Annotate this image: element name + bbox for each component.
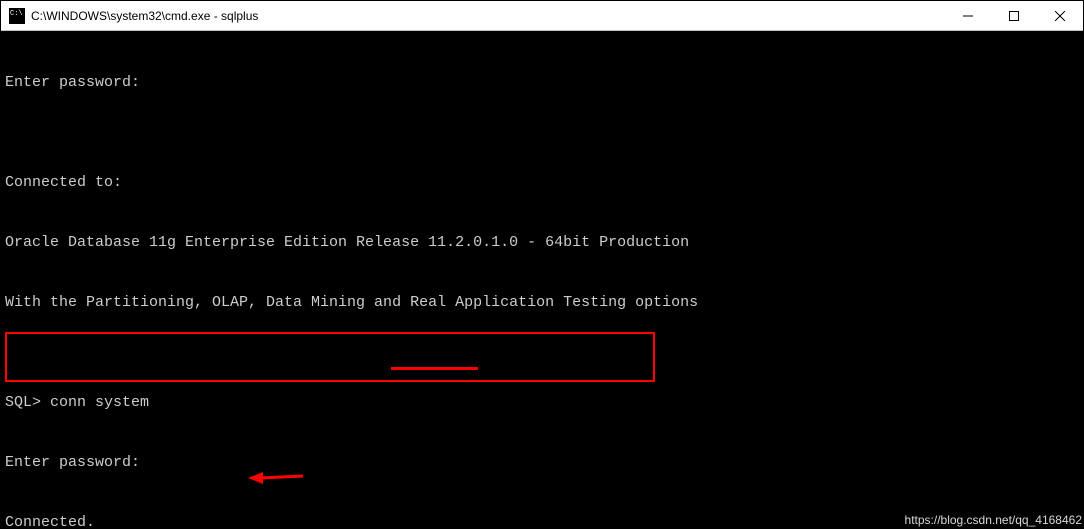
annotation-highlight-box [5, 332, 655, 382]
titlebar: C:\WINDOWS\system32\cmd.exe - sqlplus [1, 1, 1083, 31]
terminal-line: Enter password: [5, 453, 1079, 473]
terminal-line: Connected. [5, 513, 1079, 528]
window-title: C:\WINDOWS\system32\cmd.exe - sqlplus [31, 9, 945, 23]
terminal-line: Connected to: [5, 173, 1079, 193]
annotation-underline [391, 367, 478, 370]
terminal-line: SQL> conn system [5, 393, 1079, 413]
terminal-line: Enter password: [5, 73, 1079, 93]
maximize-button[interactable] [991, 1, 1037, 30]
window-controls [945, 1, 1083, 30]
minimize-button[interactable] [945, 1, 991, 30]
terminal-line: With the Partitioning, OLAP, Data Mining… [5, 293, 1079, 313]
cmd-window: C:\WINDOWS\system32\cmd.exe - sqlplus En… [0, 0, 1084, 529]
close-button[interactable] [1037, 1, 1083, 30]
cmd-icon [9, 8, 25, 24]
terminal-line: Oracle Database 11g Enterprise Edition R… [5, 233, 1079, 253]
terminal-output[interactable]: Enter password: Connected to: Oracle Dat… [1, 31, 1083, 528]
